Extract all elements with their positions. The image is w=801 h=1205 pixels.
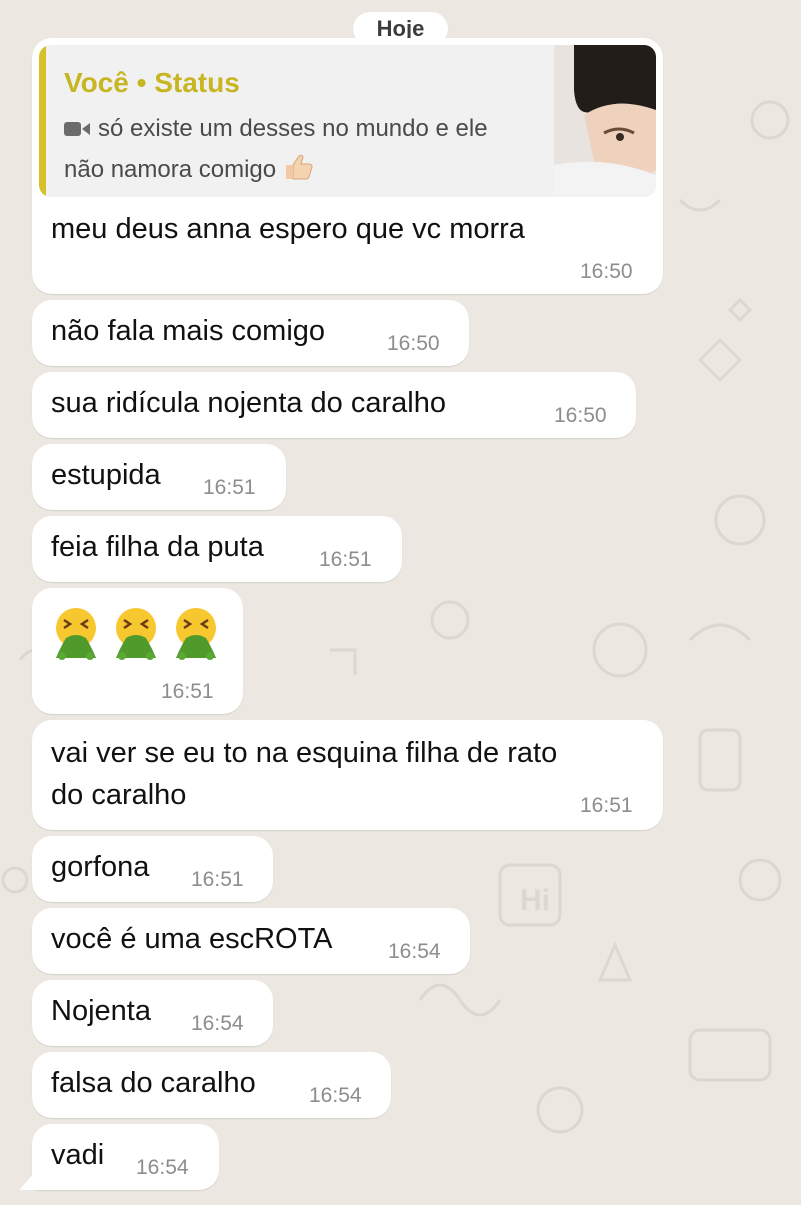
emoji-row (52, 606, 220, 665)
vomiting-face-icon (172, 606, 220, 665)
message-time: 16:51 (203, 476, 256, 499)
message-text: não fala mais comigo (51, 315, 326, 347)
message-text: feia filha da puta (51, 531, 264, 563)
message-bubble[interactable]: 16:51 (32, 588, 243, 714)
quote-caption-line2: não namora comigo (64, 155, 277, 183)
message-text: gorfona (51, 851, 150, 883)
message-bubble[interactable]: vai ver se eu to na esquina filha de rat… (32, 720, 663, 830)
message-time: 16:50 (580, 260, 633, 283)
message-text: meu deus anna espero que vc morra (51, 213, 525, 245)
quoted-status[interactable]: Você • Status só existe um desses no mun… (39, 45, 656, 197)
message-text: vadi (51, 1139, 105, 1171)
video-camera-icon (64, 116, 90, 144)
message-time: 16:50 (554, 404, 607, 427)
message-bubble[interactable]: estupida 16:51 (32, 444, 286, 510)
message-bubble[interactable]: você é uma escROTA 16:54 (32, 908, 470, 974)
quote-text-line: só existe um desses no mundo e ele (64, 115, 488, 144)
message-bubble[interactable]: gorfona 16:51 (32, 836, 273, 902)
message-text-line: vai ver se eu to na esquina filha de rat… (51, 737, 558, 769)
message-bubble[interactable]: não fala mais comigo 16:50 (32, 300, 469, 366)
message-time: 16:54 (309, 1084, 362, 1107)
quote-caption-line1: só existe um desses no mundo e ele (98, 115, 488, 142)
vomiting-face-icon (52, 606, 100, 665)
status-thumbnail[interactable] (554, 45, 656, 197)
message-time: 16:51 (580, 794, 633, 817)
vomiting-face-icon (112, 606, 160, 665)
message-time: 16:51 (161, 680, 214, 703)
message-time: 16:54 (191, 1012, 244, 1035)
quote-author: Você • Status (64, 67, 240, 98)
message-text: sua ridícula nojenta do caralho (51, 387, 446, 419)
message-time: 16:51 (319, 548, 372, 571)
message-bubble[interactable]: falsa do caralho 16:54 (32, 1052, 391, 1118)
quote-accent-bar (39, 45, 46, 197)
message-bubble[interactable]: sua ridícula nojenta do caralho 16:50 (32, 372, 636, 438)
message-text-line: do caralho (51, 779, 187, 811)
message-bubble[interactable]: Nojenta 16:54 (32, 980, 273, 1046)
message-bubble[interactable]: vadi 16:54 (19, 1124, 219, 1190)
message-time: 16:54 (136, 1156, 189, 1179)
message-time: 16:51 (191, 868, 244, 891)
message-text: falsa do caralho (51, 1067, 256, 1099)
message-text: Nojenta (51, 995, 151, 1027)
thumbs-up-icon (282, 151, 314, 190)
message-text: você é uma escROTA (51, 923, 333, 955)
message-text: estupida (51, 459, 161, 491)
message-bubble[interactable]: Você • Status só existe um desses no mun… (32, 38, 663, 294)
quote-text-line: não namora comigo (64, 151, 314, 190)
bubble-tail (19, 1168, 39, 1190)
message-time: 16:50 (387, 332, 440, 355)
message-bubble[interactable]: feia filha da puta 16:51 (32, 516, 402, 582)
message-time: 16:54 (388, 940, 441, 963)
svg-text:Hi: Hi (520, 884, 550, 917)
